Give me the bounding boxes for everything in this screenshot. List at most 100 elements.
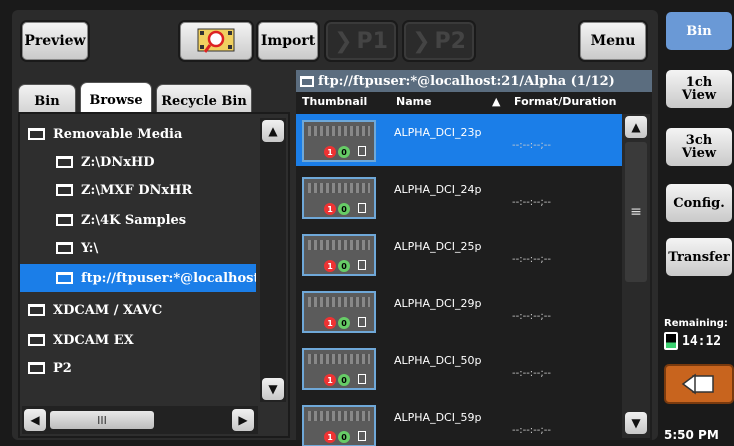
magnifier-film-icon xyxy=(197,28,235,53)
track-badge-red: 1 xyxy=(324,431,336,443)
clip-thumbnail: 10 xyxy=(302,234,376,276)
clip-duration: --:--:--;-- xyxy=(512,140,551,151)
clip-name: ALPHA_DCI_24p xyxy=(394,183,482,196)
folder-icon xyxy=(56,214,73,226)
config-button[interactable]: Config. xyxy=(664,182,734,224)
tree-item-dnxhd[interactable]: Z:\DNxHD xyxy=(20,148,256,176)
search-clip-button[interactable] xyxy=(178,20,254,62)
three-channel-view-label: View xyxy=(681,146,717,161)
bin-view-button[interactable]: Bin xyxy=(664,10,734,52)
tree-item-p2[interactable]: P2 xyxy=(20,354,256,382)
tree-item-label: XDCAM / XAVC xyxy=(53,302,163,318)
clip-name: ALPHA_DCI_23p xyxy=(394,126,482,139)
tree-item-label: Removable Media xyxy=(53,126,183,142)
tree-item-label: Z:\MXF DNxHR xyxy=(81,182,193,198)
p2-button[interactable]: ❯ P2 xyxy=(402,20,476,62)
one-channel-view-label: View xyxy=(681,88,717,103)
tree-horizontal-scrollbar[interactable]: ◀ III ▶ xyxy=(22,406,258,434)
one-channel-view-button[interactable]: 1ch View xyxy=(664,68,734,110)
folder-tree[interactable]: Removable Media Z:\DNxHD Z:\MXF DNxHR Z:… xyxy=(18,112,290,438)
clip-thumbnail: 10 xyxy=(302,348,376,390)
clip-name: ALPHA_DCI_59p xyxy=(394,411,482,424)
folder-icon xyxy=(300,75,314,87)
folder-icon xyxy=(28,128,45,140)
app-window: Preview Import ❯ P1 ❯ P2 Menu Bin Browse… xyxy=(0,0,734,446)
list-scroll-thumb[interactable]: ≡ xyxy=(625,142,647,282)
p1-button[interactable]: ❯ P1 xyxy=(324,20,398,62)
clip-duration: --:--:--;-- xyxy=(512,311,551,322)
list-item[interactable]: 1 0 ALPHA_DCI_59p --:--:--;-- xyxy=(296,399,622,446)
track-badge-green: 0 xyxy=(338,374,350,386)
clip-thumbnail: 10 xyxy=(302,291,376,333)
back-button[interactable] xyxy=(664,364,734,404)
clip-duration: --:--:--;-- xyxy=(512,254,551,265)
track-badge-green: 0 xyxy=(338,431,350,443)
remaining-value: 14:12 xyxy=(682,333,722,349)
film-strip-icon xyxy=(308,297,370,307)
scroll-up-icon[interactable]: ▲ xyxy=(625,116,647,138)
folder-icon xyxy=(56,156,73,168)
clip-file-icon xyxy=(358,146,366,156)
track-badge-green: 0 xyxy=(338,146,350,158)
import-button[interactable]: Import xyxy=(256,20,320,62)
menu-button[interactable]: Menu xyxy=(578,20,648,62)
scroll-up-icon[interactable]: ▲ xyxy=(262,120,284,142)
folder-icon xyxy=(56,184,73,196)
list-item[interactable]: 1 0 ALPHA_DCI_25p --:--:--;-- xyxy=(296,228,622,280)
clip-duration: --:--:--;-- xyxy=(512,425,551,436)
clip-file-icon xyxy=(358,317,366,327)
tree-item-xdcam-ex[interactable]: XDCAM EX xyxy=(20,326,256,354)
column-format-duration[interactable]: Format/Duration xyxy=(514,92,616,110)
list-item[interactable]: 1 0 ALPHA_DCI_23p --:--:--;-- xyxy=(296,114,622,166)
tree-item-label: XDCAM EX xyxy=(53,332,134,348)
tree-item-y-drive[interactable]: Y:\ xyxy=(20,234,256,262)
track-badge-green: 0 xyxy=(338,260,350,272)
remaining-indicator: 14:12 xyxy=(664,332,721,350)
back-arrow-icon xyxy=(681,373,714,395)
p2-label: P2 xyxy=(434,28,466,54)
list-item[interactable]: 1 0 ALPHA_DCI_50p --:--:--;-- xyxy=(296,342,622,394)
track-badge-red: 1 xyxy=(324,146,336,158)
list-item[interactable]: 1 0 ALPHA_DCI_29p --:--:--;-- xyxy=(296,285,622,337)
transfer-button[interactable]: Transfer xyxy=(664,236,734,278)
clip-thumbnail: 10 xyxy=(302,120,376,162)
clip-file-icon xyxy=(358,431,366,441)
scroll-right-icon[interactable]: ▶ xyxy=(232,409,254,431)
clip-file-icon xyxy=(358,374,366,384)
track-badge-red: 1 xyxy=(324,374,336,386)
film-strip-icon xyxy=(308,240,370,250)
scroll-left-icon[interactable]: ◀ xyxy=(24,409,46,431)
tree-item-xdcam-xavc[interactable]: XDCAM / XAVC xyxy=(20,296,256,324)
tree-item-4k-samples[interactable]: Z:\4K Samples xyxy=(20,206,256,234)
p1-label: P1 xyxy=(356,28,388,54)
sort-ascending-icon[interactable]: ▲ xyxy=(492,92,500,110)
preview-button[interactable]: Preview xyxy=(20,20,90,62)
tree-item-mxf-dnxhr[interactable]: Z:\MXF DNxHR xyxy=(20,176,256,204)
column-thumbnail[interactable]: Thumbnail xyxy=(302,92,367,110)
list-vertical-scrollbar[interactable]: ▲ ≡ ▼ xyxy=(622,114,650,438)
remaining-label: Remaining: xyxy=(664,318,728,329)
column-name[interactable]: Name xyxy=(396,92,432,110)
scroll-down-icon[interactable]: ▼ xyxy=(262,378,284,400)
clip-duration: --:--:--;-- xyxy=(512,197,551,208)
path-bar: ftp://ftpuser:*@localhost:21/Alpha (1/12… xyxy=(296,70,652,92)
horizontal-scroll-thumb[interactable]: III xyxy=(50,411,154,429)
scroll-down-icon[interactable]: ▼ xyxy=(625,412,647,434)
film-strip-icon xyxy=(308,183,370,193)
folder-icon xyxy=(56,272,73,284)
tree-item-removable-media[interactable]: Removable Media xyxy=(20,120,256,148)
film-strip-icon xyxy=(308,354,370,364)
tree-item-ftp[interactable]: ftp://ftpuser:*@localhost:21 xyxy=(20,264,256,292)
tree-item-label: Z:\4K Samples xyxy=(81,212,187,228)
list-item[interactable]: 1 0 ALPHA_DCI_24p --:--:--;-- xyxy=(296,171,622,223)
tree-vertical-scrollbar[interactable]: ▲ ▼ xyxy=(260,118,286,402)
three-channel-view-button[interactable]: 3ch View xyxy=(664,126,734,168)
track-badge-red: 1 xyxy=(324,260,336,272)
folder-icon xyxy=(28,334,45,346)
track-badge-green: 0 xyxy=(338,203,350,215)
track-badge-red: 1 xyxy=(324,317,336,329)
folder-icon xyxy=(28,362,45,374)
track-badge-green: 0 xyxy=(338,317,350,329)
clip-file-icon xyxy=(358,203,366,213)
chevron-right-icon: ❯ xyxy=(334,28,353,54)
